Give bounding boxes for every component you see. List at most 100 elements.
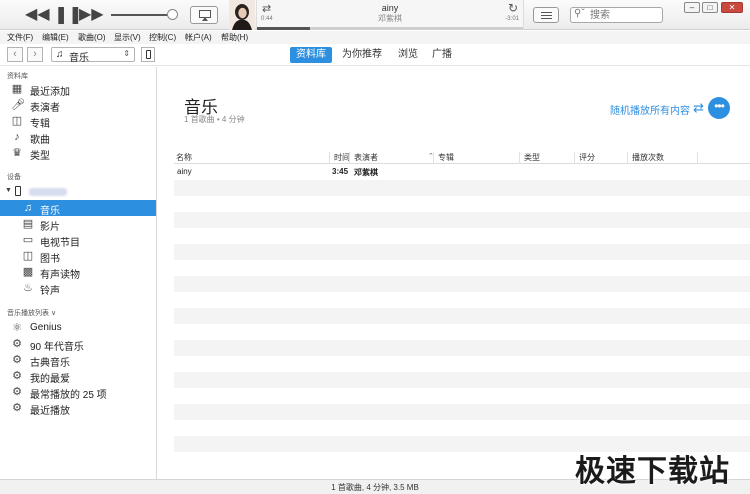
now-playing-display: ⇄ ainy 邓紫棋 0:44 -3:01 ↻ — [256, 0, 524, 30]
empty-table-row — [174, 276, 750, 292]
empty-table-row — [174, 196, 750, 212]
sidebar-item-device-tones[interactable]: ♨ 铃声 — [0, 280, 156, 297]
search-box[interactable]: ⚲ˇ — [570, 7, 663, 23]
list-icon-line — [541, 15, 552, 16]
tab-for-you[interactable]: 为你推荐 — [336, 47, 388, 63]
up-next-button[interactable] — [533, 7, 559, 23]
sidebar-item-recently-added[interactable]: ▦ 最近添加 — [0, 81, 156, 98]
column-header-artist[interactable]: 表演者 — [349, 152, 378, 164]
empty-table-row — [174, 404, 750, 420]
genre-icon: ♛ — [12, 147, 22, 159]
device-button[interactable] — [141, 47, 155, 62]
menu-controls[interactable]: 控制(C) — [149, 32, 176, 43]
menu-account[interactable]: 帐户(A) — [185, 32, 212, 43]
sidebar-item-device-movies[interactable]: ▤ 影片 — [0, 216, 156, 233]
sidebar-item-device-music[interactable]: ♫ 音乐 — [0, 200, 156, 217]
elapsed-time: 0:44 — [261, 16, 273, 22]
previous-track-icon[interactable]: ◀◀ — [25, 6, 50, 24]
menu-bar: 文件(F) 编辑(E) 歌曲(O) 显示(V) 控制(C) 帐户(A) 帮助(H… — [0, 31, 750, 44]
audiobook-icon: ▩ — [22, 266, 34, 278]
sidebar-item-genres[interactable]: ♛ 类型 — [0, 145, 156, 162]
note-icon: ♪ — [14, 131, 20, 143]
sidebar-item-label: Genius — [30, 322, 62, 333]
menu-song[interactable]: 歌曲(O) — [78, 32, 106, 43]
playback-progress-fill — [257, 27, 311, 30]
maximize-button[interactable]: □ — [702, 2, 718, 13]
column-header-album[interactable]: 专辑 — [433, 152, 454, 164]
minimize-button[interactable]: – — [684, 2, 700, 13]
tab-radio[interactable]: 广播 — [426, 47, 458, 63]
sidebar-item-device-tv[interactable]: ▭ 电视节目 — [0, 232, 156, 249]
sidebar-item-songs[interactable]: ♪ 歌曲 — [0, 129, 156, 146]
sidebar-item-label: 我的最爱 — [30, 374, 70, 385]
sidebar-item-90s-music[interactable]: ⚙ 90 年代音乐 — [0, 336, 156, 353]
sidebar-item-label: 最常播放的 25 项 — [30, 390, 107, 401]
sidebar-item-label: 音乐 — [40, 206, 60, 217]
book-icon: ◫ — [22, 250, 34, 262]
column-header-rating[interactable]: 评分 — [574, 152, 595, 164]
column-header-plays[interactable]: 播放次数 — [627, 152, 664, 164]
empty-table-row — [174, 228, 750, 244]
menu-help[interactable]: 帮助(H) — [221, 32, 248, 43]
device-entry[interactable]: ▼ — [0, 185, 156, 199]
empty-table-row — [174, 356, 750, 372]
table-header: 名称 时间 表演者 ⌃ 专辑 类型 评分 播放次数 — [174, 149, 750, 164]
more-options-button[interactable]: ••• — [708, 97, 730, 119]
column-header-name[interactable]: 名称 — [176, 152, 192, 164]
artwork-image — [229, 0, 255, 30]
empty-table-row — [174, 324, 750, 340]
remaining-time: -3:01 — [505, 16, 519, 22]
table-row[interactable]: ainy 3:45 邓紫棋 — [174, 164, 750, 180]
playlists-heading[interactable]: 音乐播放列表 ∨ — [7, 308, 56, 318]
navigation-bar: ‹ › ♫ 音乐 ⇕ 资料库 为你推荐 浏览 广播 — [0, 44, 750, 66]
empty-table-row — [174, 372, 750, 388]
device-name-redacted — [29, 188, 67, 196]
album-artwork[interactable] — [229, 0, 255, 30]
gear-icon: ⚙ — [12, 370, 22, 382]
empty-table-row — [174, 308, 750, 324]
empty-table-row — [174, 420, 750, 436]
player-bar: ◀◀ ❚❚ ▶▶ ⇄ ainy 邓紫棋 0:44 -3:01 ↻ ⚲ˇ 搜索 –… — [0, 0, 750, 30]
column-header-genre[interactable]: 类型 — [519, 152, 540, 164]
menu-edit[interactable]: 编辑(E) — [42, 32, 69, 43]
sidebar-item-top-25[interactable]: ⚙ 最常播放的 25 项 — [0, 384, 156, 401]
sidebar-item-label: 最近播放 — [30, 406, 70, 417]
sidebar-item-device-books[interactable]: ◫ 图书 — [0, 248, 156, 265]
genius-icon: ⚛ — [12, 322, 22, 334]
sidebar-item-label: 图书 — [40, 254, 60, 265]
menu-file[interactable]: 文件(F) — [7, 32, 33, 43]
shuffle-icon[interactable]: ⇄ — [693, 100, 704, 116]
media-type-select[interactable]: ♫ 音乐 ⇕ — [51, 47, 135, 64]
search-icon: ⚲ˇ — [574, 8, 585, 19]
back-button[interactable]: ‹ — [7, 47, 23, 62]
sidebar-item-classical[interactable]: ⚙ 古典音乐 — [0, 352, 156, 369]
sidebar-item-albums[interactable]: ◫ 专辑 — [0, 113, 156, 130]
sidebar-item-artists[interactable]: 🎤︎ 表演者 — [0, 97, 156, 114]
next-track-icon[interactable]: ▶▶ — [79, 6, 104, 24]
disclosure-triangle-icon[interactable]: ▼ — [5, 187, 12, 194]
sidebar-item-device-audiobooks[interactable]: ▩ 有声读物 — [0, 264, 156, 281]
airplay-button[interactable] — [190, 6, 218, 24]
song-name-cell: ainy — [177, 167, 192, 176]
column-header-spacer — [697, 152, 702, 164]
sidebar-item-recently-played[interactable]: ⚙ 最近播放 — [0, 400, 156, 417]
search-input[interactable] — [590, 9, 660, 21]
tv-icon: ▭ — [22, 234, 34, 246]
library-heading: 资料库 — [7, 73, 28, 80]
column-header-time[interactable]: 时间 — [329, 152, 350, 164]
tab-library[interactable]: 资料库 — [290, 47, 332, 63]
note-icon: ♫ — [23, 202, 33, 214]
menu-view[interactable]: 显示(V) — [114, 32, 141, 43]
sidebar-item-label: 最近添加 — [30, 87, 70, 98]
repeat-icon[interactable]: ↻ — [508, 1, 518, 15]
playback-progress-bar[interactable] — [257, 27, 523, 30]
sidebar-item-label: 90 年代音乐 — [30, 342, 84, 353]
sidebar-item-genius[interactable]: ⚛ Genius — [0, 320, 156, 336]
forward-button[interactable]: › — [27, 47, 43, 62]
close-button[interactable]: ✕ — [721, 2, 743, 13]
shuffle-all-link[interactable]: 随机播放所有内容 — [610, 102, 690, 117]
volume-knob[interactable] — [166, 9, 178, 20]
microphone-icon: 🎤︎ — [11, 99, 25, 111]
sidebar-item-my-favorites[interactable]: ⚙ 我的最爱 — [0, 368, 156, 385]
tab-browse[interactable]: 浏览 — [392, 47, 424, 63]
